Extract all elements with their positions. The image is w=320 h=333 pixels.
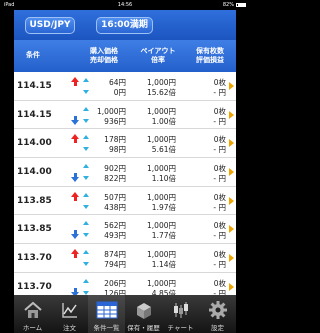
header-quantity-label: 保有枚数 — [196, 47, 224, 55]
chevron-right-icon — [229, 282, 234, 291]
condition-value: 114.15 — [17, 109, 52, 120]
tab-order[interactable]: 注文 — [51, 295, 88, 333]
sell-price: 822円 — [104, 174, 126, 184]
holding-pl: - 円 — [213, 88, 226, 97]
header-payout: ペイアウト 倍率 — [138, 47, 178, 65]
condition-row[interactable]: 114.00 178円 98円 1,000円 5.61倍 0枚 - 円 — [14, 129, 236, 159]
header-pl-label: 評価損益 — [196, 56, 224, 64]
battery-percent: 82% — [222, 2, 234, 8]
tab-chart-label: チャート — [167, 324, 194, 332]
payout-multiplier: 15.62倍 — [147, 88, 176, 97]
condition-row[interactable]: 113.85 507円 438円 1,000円 1.97倍 0枚 - 円 — [14, 186, 236, 216]
holding-pl: - 円 — [213, 116, 226, 126]
holding-pl: - 円 — [213, 231, 226, 241]
condition-value: 114.00 — [17, 138, 52, 149]
list-table-icon — [96, 301, 117, 319]
battery-indicator: 82% — [223, 0, 246, 10]
fall-arrow-icon — [69, 220, 81, 240]
rise-arrow-icon — [69, 134, 81, 153]
condition-value: 113.85 — [17, 195, 52, 206]
fall-arrow-icon — [69, 106, 81, 125]
chevron-right-icon — [229, 254, 234, 263]
sell-price: 936円 — [104, 116, 126, 126]
condition-value: 114.15 — [17, 81, 52, 91]
currency-pair-button[interactable]: USD/JPY — [25, 17, 75, 34]
tab-condition-list[interactable]: 条件一覧 — [88, 295, 125, 333]
app-screen: USD/JPY 16:00満期 条件 購入価格 売却価格 ペイアウト 倍率 保有… — [14, 10, 236, 333]
tab-holdings-history-label: 保有・履歴 — [127, 324, 160, 332]
header-buy-price: 購入価格 — [90, 47, 118, 55]
column-header: 条件 購入価格 売却価格 ペイアウト 倍率 保有枚数 評価損益 — [14, 40, 236, 72]
condition-row[interactable]: 114.15 64円 0円 1,000円 15.62倍 0枚 - 円 — [14, 72, 236, 101]
holding-pl: - 円 — [213, 174, 226, 184]
box-icon — [136, 303, 151, 319]
candlestick-icon — [173, 302, 188, 318]
condition-row[interactable]: 114.15 1,000円 936円 1,000円 1.00倍 0枚 - 円 — [14, 100, 236, 130]
header-payout-label: ペイアウト — [140, 47, 176, 55]
chevron-right-icon — [229, 82, 234, 90]
battery-icon — [236, 3, 246, 7]
house-icon — [23, 301, 42, 318]
rise-arrow-icon — [69, 77, 81, 96]
fall-arrow-icon — [69, 278, 81, 297]
tab-home[interactable]: ホーム — [14, 295, 51, 333]
fall-arrow-icon — [69, 163, 81, 183]
condition-value: 113.70 — [17, 253, 52, 264]
header-condition: 条件 — [26, 51, 40, 59]
header-holdings: 保有枚数 評価損益 — [186, 47, 234, 65]
tab-order-label: 注文 — [63, 324, 76, 332]
header-sell-price: 売却価格 — [90, 56, 118, 64]
header-price: 購入価格 売却価格 — [82, 47, 126, 65]
tab-chart[interactable]: チャート — [162, 295, 199, 333]
condition-row[interactable]: 114.00 902円 822円 1,000円 1.10倍 0枚 - 円 — [14, 158, 236, 187]
payout-multiplier: 1.14倍 — [151, 260, 176, 270]
sell-price: 0円 — [113, 88, 126, 97]
chevron-right-icon — [229, 168, 234, 177]
condition-row[interactable]: 113.85 562円 493円 1,000円 1.77倍 0枚 - 円 — [14, 215, 236, 245]
holding-pl: - 円 — [213, 145, 226, 155]
rise-arrow-icon — [69, 191, 81, 211]
holding-pl: - 円 — [213, 260, 226, 270]
chevron-right-icon — [229, 139, 234, 148]
payout-multiplier: 1.00倍 — [151, 116, 176, 126]
tab-holdings-history[interactable]: 保有・履歴 — [125, 295, 162, 333]
payout-multiplier: 1.77倍 — [151, 231, 176, 241]
chevron-right-icon — [229, 196, 234, 205]
condition-value: 113.85 — [17, 224, 52, 235]
tab-settings[interactable]: 設定 — [199, 295, 236, 333]
header-bar: USD/JPY 16:00満期 — [14, 10, 236, 40]
condition-row[interactable]: 113.70 874円 794円 1,000円 1.14倍 0枚 - 円 — [14, 244, 236, 273]
status-bar: iPad 14:56 82% — [0, 0, 250, 10]
rise-arrow-icon — [69, 249, 81, 268]
expiry-button[interactable]: 16:00満期 — [96, 17, 153, 34]
payout-multiplier: 1.97倍 — [151, 202, 176, 212]
order-chart-icon — [61, 303, 77, 318]
sell-price: 493円 — [104, 231, 126, 241]
condition-value: 114.00 — [17, 167, 52, 178]
tab-bar: ホーム 注文 条件一覧 保有・履歴 チャート 設定 — [14, 295, 236, 333]
sell-price: 98円 — [108, 145, 126, 155]
clock: 14:56 — [117, 2, 133, 8]
header-multiplier-label: 倍率 — [151, 56, 165, 64]
payout-multiplier: 5.61倍 — [151, 145, 176, 155]
condition-value: 113.70 — [17, 281, 52, 292]
chevron-right-icon — [229, 110, 234, 119]
chevron-right-icon — [229, 225, 234, 234]
tab-settings-label: 設定 — [211, 324, 224, 332]
tab-condition-list-label: 条件一覧 — [93, 324, 120, 332]
tab-home-label: ホーム — [22, 324, 43, 332]
gear-icon — [208, 301, 227, 319]
payout-multiplier: 1.10倍 — [151, 174, 176, 184]
holding-pl: - 円 — [213, 202, 226, 212]
condition-list: 114.15 64円 0円 1,000円 15.62倍 0枚 - 円 114.1… — [14, 72, 236, 302]
sell-price: 794円 — [104, 260, 126, 270]
sell-price: 438円 — [104, 202, 126, 212]
